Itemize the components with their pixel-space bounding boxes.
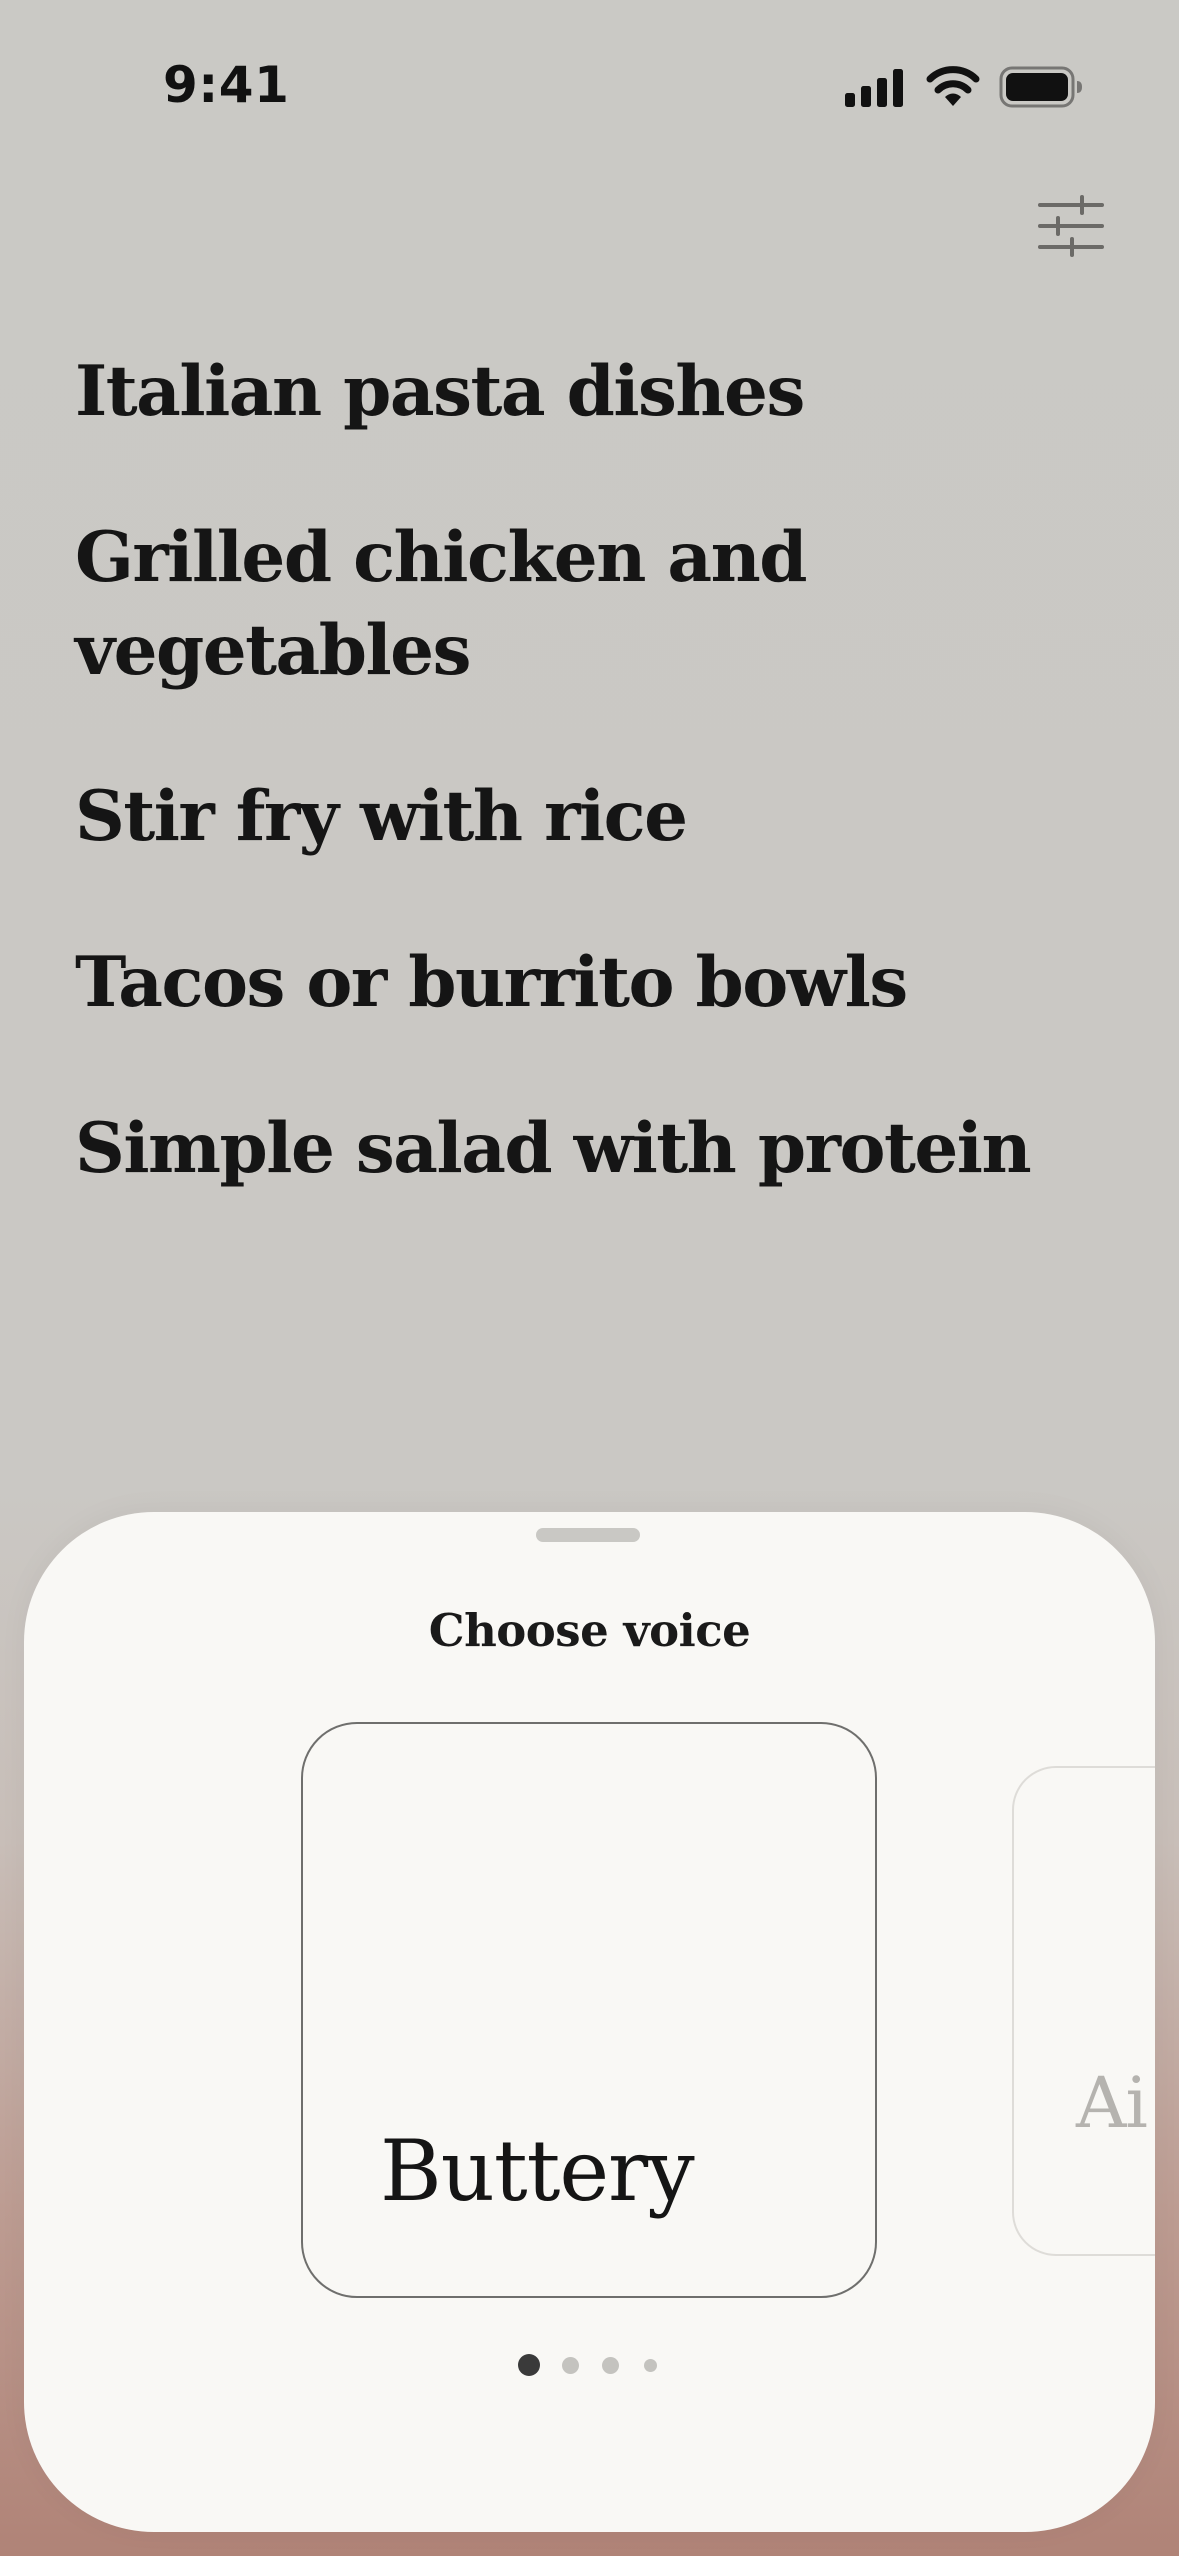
suggestion-list: Italian pasta dishes Grilled chicken and… [75, 345, 1095, 1268]
voice-picker-sheet: Choose voice Buttery Ai [24, 1512, 1155, 2532]
status-time: 9:41 [163, 56, 290, 114]
status-bar: 9:41 [0, 0, 1179, 180]
page-dot[interactable] [601, 2356, 619, 2374]
page-dot-active[interactable] [518, 2354, 540, 2376]
page-indicator [24, 2350, 1155, 2380]
suggestion-item[interactable]: Tacos or burrito bowls [75, 936, 1095, 1029]
voice-card-selected[interactable]: Buttery [301, 1722, 877, 2298]
page-dot[interactable] [643, 2358, 657, 2372]
suggestion-item[interactable]: Simple salad with protein [75, 1102, 1095, 1195]
suggestion-item[interactable]: Grilled chicken and vegetables [75, 511, 815, 697]
battery-icon [999, 66, 1082, 108]
suggestion-item[interactable]: Italian pasta dishes [75, 345, 1095, 438]
page-dot[interactable] [561, 2356, 579, 2374]
suggestion-item[interactable]: Stir fry with rice [75, 770, 1095, 863]
voice-name: Buttery [380, 2122, 695, 2220]
voice-card-next[interactable]: Ai [1012, 1766, 1155, 2256]
voice-name: Ai [1076, 2062, 1148, 2144]
sliders-filter-icon [1038, 195, 1104, 257]
cellular-signal-icon [845, 69, 903, 107]
wifi-icon [926, 66, 980, 106]
sheet-grabber-handle[interactable] [536, 1528, 640, 1542]
sheet-title: Choose voice [428, 1604, 751, 1657]
filter-settings-button[interactable] [1036, 195, 1106, 257]
